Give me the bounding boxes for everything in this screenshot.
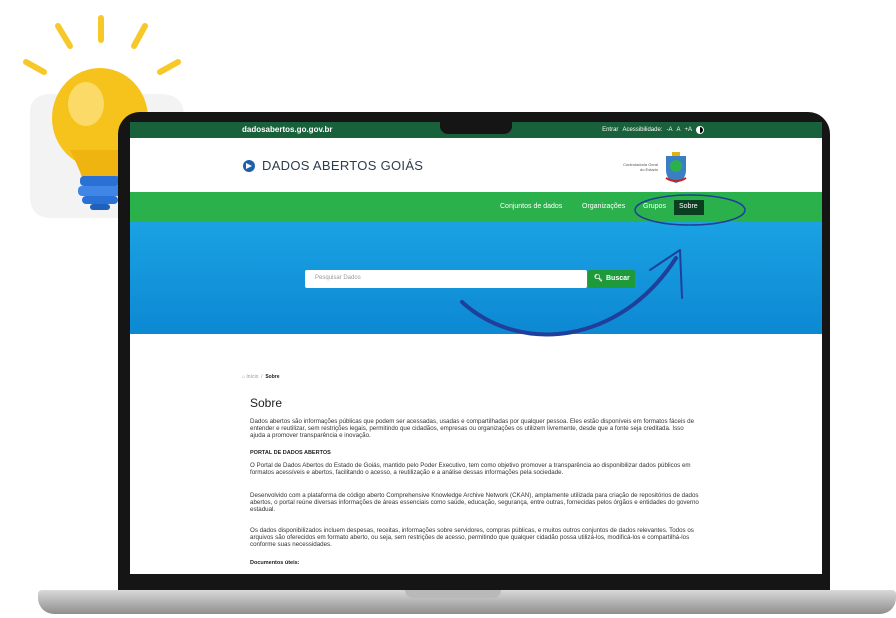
home-icon[interactable]: ⌂ bbox=[242, 374, 245, 380]
browser-screen: dadosabertos.go.gov.br Entrar Acessibili… bbox=[130, 122, 822, 574]
contrast-icon[interactable] bbox=[696, 126, 704, 134]
breadcrumb-current: Sobre bbox=[265, 374, 280, 380]
search-button[interactable]: 🔍︎ Buscar bbox=[588, 270, 635, 288]
portal-paragraph: O Portal de Dados Abertos do Estado de G… bbox=[250, 462, 691, 476]
site-header: DADOS ABERTOS GOIÁS Controladoria Geral … bbox=[130, 138, 822, 192]
state-coat-of-arms-icon bbox=[665, 152, 687, 183]
breadcrumb: ⌂ Início / Sobre bbox=[242, 374, 280, 380]
accessibility-label: Acessibilidade: bbox=[622, 127, 663, 133]
domain-text: dadosabertos.go.gov.br bbox=[242, 125, 333, 134]
ckan-paragraph: Desenvolvido com a plataforma de código … bbox=[250, 492, 699, 513]
search-icon: 🔍︎ bbox=[594, 275, 603, 282]
datasets-paragraph: Os dados disponibilizados incluem despes… bbox=[250, 527, 694, 548]
nav-item-datasets[interactable]: Conjuntos de dados bbox=[500, 203, 562, 210]
camera-notch bbox=[440, 122, 512, 134]
state-agency-label: Controladoria Geral do Estado bbox=[623, 162, 658, 172]
top-links: Entrar Acessibilidade: -A A +A bbox=[602, 126, 704, 134]
laptop-base-groove bbox=[405, 590, 501, 598]
intro-paragraph: Dados abertos são informações públicas q… bbox=[250, 418, 695, 439]
nav-item-groups[interactable]: Grupos bbox=[643, 203, 666, 210]
portal-logo-text[interactable]: DADOS ABERTOS GOIÁS bbox=[262, 158, 423, 173]
login-link[interactable]: Entrar bbox=[602, 127, 618, 133]
search-button-label: Buscar bbox=[606, 275, 630, 282]
page-title: Sobre bbox=[250, 396, 283, 410]
main-nav: Conjuntos de dados Organizações Grupos bbox=[130, 192, 822, 222]
portal-logo-icon[interactable] bbox=[243, 160, 255, 172]
font-reset-button[interactable]: A bbox=[676, 127, 680, 133]
font-increase-button[interactable]: +A bbox=[684, 127, 692, 133]
breadcrumb-home[interactable]: Início bbox=[246, 374, 258, 380]
section-title: PORTAL DE DADOS ABERTOS bbox=[250, 450, 331, 456]
nav-item-about[interactable]: Sobre bbox=[674, 200, 704, 215]
nav-item-organizations[interactable]: Organizações bbox=[582, 203, 625, 210]
search-placeholder: Pesquisar Dados bbox=[315, 275, 361, 281]
useful-documents-label: Documentos úteis: bbox=[250, 560, 300, 566]
nav-item-about-label: Sobre bbox=[679, 203, 698, 210]
search-input[interactable]: Pesquisar Dados bbox=[305, 270, 587, 288]
font-decrease-button[interactable]: -A bbox=[666, 127, 672, 133]
